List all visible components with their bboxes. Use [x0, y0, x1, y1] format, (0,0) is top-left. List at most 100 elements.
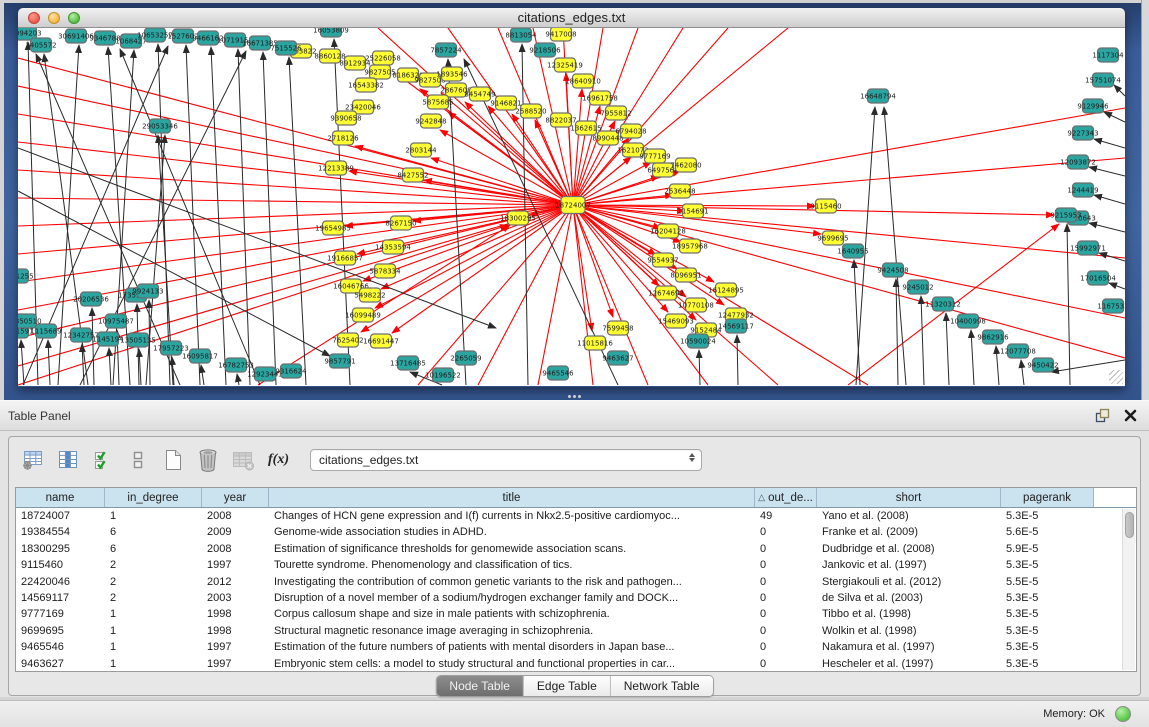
graph-node-label: 9554937: [647, 256, 678, 264]
network-view[interactable]: 7463822886012889129342522605898275058186…: [18, 28, 1125, 386]
delete-column-icon[interactable]: [194, 446, 222, 474]
graph-node-label: 1115689: [30, 327, 61, 335]
table-row[interactable]: 1830029562008Estimation of significance …: [16, 541, 1136, 557]
graph-node-label: 9245012: [902, 283, 933, 291]
graph-node-label: 8822037: [545, 116, 576, 124]
table-cell: 19384554: [16, 524, 105, 540]
table-cell: 5.3E-5: [1001, 623, 1094, 639]
network-graph-canvas[interactable]: 7463822886012889129342522605898275058186…: [18, 28, 1125, 386]
select-columns-icon[interactable]: [89, 446, 117, 474]
table-cell: 5.3E-5: [1001, 656, 1094, 672]
table-cell: Embryonic stem cells: a model to study s…: [269, 656, 755, 672]
table-cell: 18300295: [16, 541, 105, 557]
graph-edge: [109, 348, 111, 385]
table-row[interactable]: 977716911998Corpus callosum shape and si…: [16, 606, 1136, 622]
graph-node-label: 9218506: [529, 46, 561, 54]
table-cell: 5.3E-5: [1001, 590, 1094, 606]
column-header-pagerank[interactable]: pagerank: [1001, 488, 1094, 507]
table-cell: 5.3E-5: [1001, 606, 1094, 622]
function-builder-icon[interactable]: f(x): [264, 452, 293, 468]
column-header-label: title: [503, 492, 521, 504]
table-cell: 1997: [202, 639, 269, 655]
graph-edge: [996, 346, 999, 385]
graph-node-label: 18640910: [565, 77, 601, 85]
graph-node-label: 10975487: [98, 317, 134, 325]
table-cell: 2012: [202, 574, 269, 590]
float-panel-icon[interactable]: [1095, 408, 1110, 428]
graph-node-label: 14569117: [718, 322, 754, 330]
graph-node-label: 9862916: [977, 333, 1009, 341]
graph-node-label: 12477932: [718, 311, 754, 319]
column-header-name[interactable]: name: [16, 488, 105, 507]
table-row[interactable]: 1456911722003Disruption of a novel membe…: [16, 590, 1136, 606]
column-header-short[interactable]: short: [817, 488, 1001, 507]
graph-node-label: 16543382: [348, 81, 384, 89]
column-header-title[interactable]: title: [269, 488, 755, 507]
graph-node-label: 18724007: [555, 201, 591, 209]
table-row[interactable]: 946362711997Embryonic stem cells: a mode…: [16, 656, 1136, 672]
column-header-in_degree[interactable]: in_degree: [105, 488, 202, 507]
graph-node-label: 17016504: [1080, 274, 1116, 282]
status-bar: Memory: OK: [0, 700, 1149, 727]
table-cell: 0: [755, 656, 817, 672]
show-columns-icon[interactable]: [54, 446, 82, 474]
window-titlebar[interactable]: citations_edges.txt: [18, 8, 1125, 28]
table-header-row: namein_degreeyear title △out_de...shortpag…: [16, 488, 1136, 508]
tab-network-table[interactable]: Network Table: [611, 676, 713, 696]
table-cell: 1: [105, 656, 202, 672]
table-cell: 9777169: [16, 606, 105, 622]
table-cell: 5.5E-5: [1001, 574, 1094, 590]
column-header-year[interactable]: year: [202, 488, 269, 507]
graph-node-label: 13505135: [120, 336, 156, 344]
graph-node-label: 18957968: [672, 242, 708, 250]
table-cell: 2008: [202, 541, 269, 557]
graph-edge: [1094, 195, 1125, 204]
table-row[interactable]: 911546021997Tourette syndrome. Phenomeno…: [16, 557, 1136, 573]
window-title: citations_edges.txt: [18, 10, 1125, 25]
graph-node-label: 8267150: [385, 219, 416, 227]
table-row[interactable]: 946554611997Estimation of the future num…: [16, 639, 1136, 655]
table-scrollbar[interactable]: [1122, 509, 1135, 670]
table-row[interactable]: 2242004622012Investigating the contribut…: [16, 574, 1136, 590]
graph-node-label: 2536448: [664, 187, 695, 195]
table-row[interactable]: 969969511998Structural magnetic resonanc…: [16, 623, 1136, 639]
table-cell: 49: [755, 508, 817, 524]
new-column-icon[interactable]: [159, 446, 187, 474]
graph-node-label: 7955812: [600, 109, 631, 117]
graph-edge: [1104, 112, 1125, 122]
graph-node-label: 12325419: [547, 61, 583, 69]
table-type-tabs: Node TableEdge TableNetwork Table: [435, 675, 713, 697]
table-cell: 0: [755, 541, 817, 557]
delete-table-icon[interactable]: [229, 446, 257, 474]
table-cell: 1: [105, 606, 202, 622]
table-settings-icon[interactable]: [19, 446, 47, 474]
tab-node-table[interactable]: Node Table: [436, 676, 524, 696]
table-cell: Dudbridge et al. (2008): [817, 541, 1001, 557]
table-body: 1872400712008Changes of HCN gene express…: [16, 508, 1136, 672]
close-panel-icon[interactable]: [1124, 409, 1137, 427]
table-row[interactable]: 1872400712008Changes of HCN gene express…: [16, 508, 1136, 524]
graph-node-label: 20206536: [73, 295, 109, 303]
graph-node-label: 15992971: [1070, 244, 1106, 252]
table-scrollbar-thumb[interactable]: [1125, 512, 1134, 538]
table-cell: 14569117: [16, 590, 105, 606]
table-selector-dropdown[interactable]: citations_edges.txt: [310, 449, 702, 471]
graph-node-label: 9146821: [490, 99, 521, 107]
graph-node-label: 8096951: [670, 271, 701, 279]
row-options-icon[interactable]: [124, 446, 152, 474]
column-header-out_de[interactable]: △out_de...: [755, 488, 817, 507]
memory-status-label: Memory: OK: [1043, 708, 1105, 720]
tab-edge-table[interactable]: Edge Table: [524, 676, 611, 696]
graph-node-label: 16095817: [182, 352, 218, 360]
graph-node-label: 23420046: [345, 103, 381, 111]
table-cell: 5.3E-5: [1001, 557, 1094, 573]
graph-node-label: 13716485: [390, 359, 426, 367]
graph-node-label: 8813054: [505, 31, 537, 39]
table-cell: Yano et al. (2008): [817, 508, 1001, 524]
graph-edge: [211, 47, 226, 385]
graph-node-label: 9227343: [1067, 129, 1098, 137]
graph-edge: [158, 44, 170, 385]
table-row[interactable]: 1938455462009Genome-wide association stu…: [16, 524, 1136, 540]
window-resize-grip[interactable]: [1109, 370, 1123, 384]
graph-node-label: 8454749: [464, 90, 495, 98]
